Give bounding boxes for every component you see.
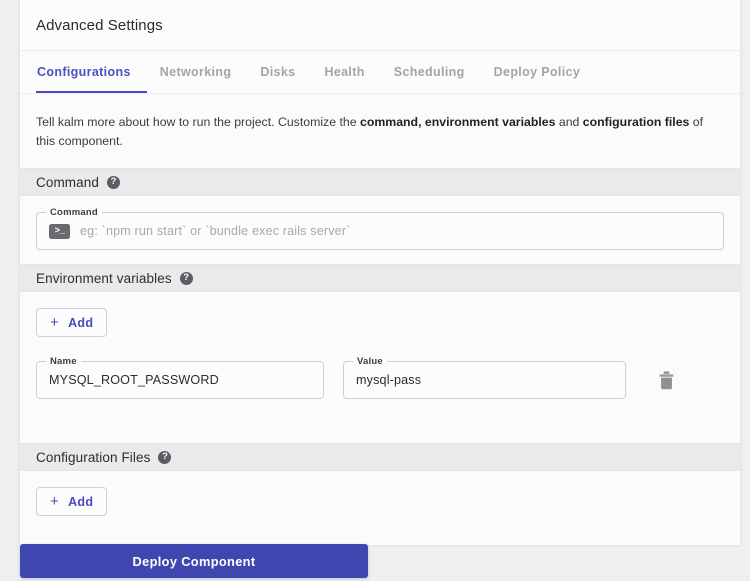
delete-environment-variable-button[interactable] — [647, 361, 685, 399]
intro-text: Tell kalm more about how to run the proj… — [20, 94, 740, 168]
plus-icon: + — [50, 493, 60, 510]
env-value-label: Value — [353, 356, 387, 367]
env-name-input[interactable]: Name MYSQL_ROOT_PASSWORD — [36, 356, 324, 399]
command-input-placeholder: eg: `npm run start` or `bundle exec rail… — [80, 224, 351, 238]
page-title: Advanced Settings — [36, 16, 163, 34]
env-spacer-bottom-2 — [20, 419, 740, 443]
section-title-configuration-files: Configuration Files — [36, 449, 151, 465]
section-header-environment-variables: Environment variables ? — [20, 264, 740, 292]
tab-networking[interactable]: Networking — [159, 61, 233, 84]
env-spacer-bottom — [20, 399, 740, 419]
add-configuration-file-button[interactable]: + Add — [36, 487, 108, 516]
command-input-label: Command — [46, 207, 102, 218]
advanced-settings-card: Advanced Settings Configurations Network… — [19, 0, 741, 545]
env-value-value: mysql-pass — [356, 373, 422, 387]
intro-part-1: Tell kalm more about how to run the proj… — [36, 115, 360, 129]
help-circle-icon[interactable]: ? — [158, 450, 172, 464]
env-name-value: MYSQL_ROOT_PASSWORD — [49, 373, 219, 387]
add-environment-variable-label: Add — [68, 315, 94, 330]
screen-root: Advanced Settings Configurations Network… — [0, 0, 750, 581]
tab-scheduling[interactable]: Scheduling — [393, 61, 466, 84]
active-tab-indicator — [36, 90, 147, 93]
tab-deploy-policy[interactable]: Deploy Policy — [493, 61, 582, 84]
section-title-environment-variables: Environment variables — [36, 270, 172, 286]
intro-bold-2: configuration files — [582, 115, 690, 129]
deploy-component-label: Deploy Component — [132, 553, 256, 569]
table-row: Name MYSQL_ROOT_PASSWORD Value mysql-pas… — [20, 356, 740, 399]
section-body-configuration-files: + Add — [20, 471, 740, 530]
intro-part-2: and — [555, 115, 583, 129]
env-name-label: Name — [46, 356, 81, 367]
section-header-command: Command ? — [20, 168, 740, 196]
add-environment-variable-button[interactable]: + Add — [36, 308, 108, 337]
env-value-input[interactable]: Value mysql-pass — [343, 356, 626, 399]
section-header-configuration-files: Configuration Files ? — [20, 443, 740, 471]
tab-bar: Configurations Networking Disks Health S… — [20, 51, 740, 94]
help-circle-icon[interactable]: ? — [106, 175, 120, 189]
help-circle-icon[interactable]: ? — [179, 271, 193, 285]
trash-icon — [659, 370, 673, 389]
add-configuration-file-label: Add — [68, 494, 94, 509]
tab-configurations[interactable]: Configurations — [36, 61, 132, 84]
terminal-icon: >_ — [49, 223, 70, 239]
section-body-environment-variables: + Add — [20, 292, 740, 337]
intro-bold-1: command, environment variables — [359, 115, 556, 129]
card-header: Advanced Settings — [20, 0, 740, 51]
section-title-command: Command — [36, 174, 99, 190]
command-input[interactable]: Command >_ eg: `npm run start` or `bundl… — [36, 207, 724, 250]
section-body-command: Command >_ eg: `npm run start` or `bundl… — [20, 196, 740, 264]
tab-disks[interactable]: Disks — [259, 61, 296, 84]
deploy-component-button[interactable]: Deploy Component — [20, 544, 368, 578]
tab-health[interactable]: Health — [323, 61, 365, 84]
plus-icon: + — [50, 314, 60, 331]
